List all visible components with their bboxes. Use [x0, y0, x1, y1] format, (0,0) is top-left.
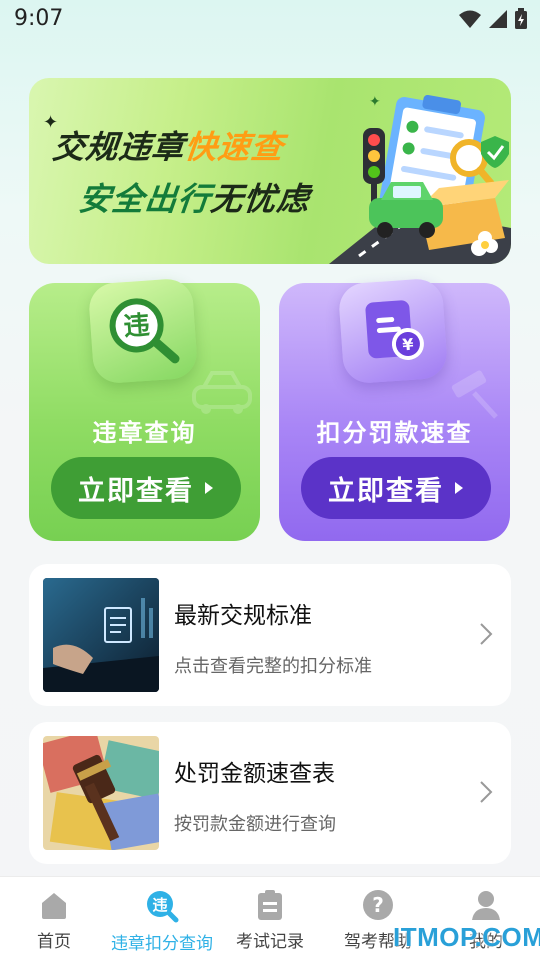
- violation-icon: 违: [147, 891, 179, 923]
- banner-subheadline: 安全出行无忧虑: [76, 180, 312, 218]
- gavel-money-image: [43, 736, 159, 850]
- tile-label: 违章查询: [92, 419, 197, 447]
- play-arrow-icon: [205, 482, 213, 494]
- card-subtitle: 按罚款金额进行查询: [174, 814, 336, 835]
- chevron-right-icon: [480, 623, 493, 645]
- user-icon: [472, 891, 500, 920]
- wifi-icon: [459, 10, 481, 28]
- view-now-button[interactable]: 立即查看: [301, 457, 491, 519]
- clipboard-icon: [258, 890, 282, 920]
- battery-icon: [515, 8, 527, 29]
- banner-headline: 交规违章快速查: [50, 128, 286, 166]
- banner-illustration: [329, 94, 511, 264]
- help-icon: ?: [363, 890, 393, 920]
- points-fine-tile[interactable]: ¥ 扣分罚款速查 立即查看: [279, 277, 510, 541]
- button-label: 立即查看: [328, 475, 444, 507]
- button-label: 立即查看: [78, 475, 194, 507]
- play-arrow-icon: [455, 482, 463, 494]
- tab-home[interactable]: 首页: [0, 877, 108, 960]
- violation-query-tile[interactable]: 违 违章查询 立即查看: [29, 277, 260, 541]
- latest-rules-card[interactable]: 最新交规标准 点击查看完整的扣分标准: [29, 564, 511, 706]
- card-subtitle: 点击查看完整的扣分标准: [174, 656, 372, 677]
- tab-label: 考试记录: [236, 932, 304, 952]
- card-title: 最新交规标准: [174, 603, 312, 629]
- status-bar: 9:07: [0, 0, 540, 40]
- card-title: 处罚金额速查表: [174, 761, 335, 787]
- svg-text:?: ?: [372, 893, 384, 917]
- view-now-button[interactable]: 立即查看: [51, 457, 241, 519]
- promo-banner[interactable]: ✦ ✦ 交规违章快速查 安全出行无忧虑: [29, 78, 511, 264]
- svg-text:违: 违: [152, 896, 167, 914]
- fine-document-icon: ¥: [337, 277, 449, 385]
- laptop-document-image: [43, 578, 159, 692]
- svg-text:¥: ¥: [402, 335, 414, 355]
- tab-label: 违章扣分查询: [111, 934, 213, 954]
- tab-label: 首页: [37, 932, 71, 952]
- tab-exam-records[interactable]: 考试记录: [216, 877, 324, 960]
- fine-amount-card[interactable]: 处罚金额速查表 按罚款金额进行查询: [29, 722, 511, 864]
- tab-violation-points[interactable]: 违 违章扣分查询: [108, 877, 216, 960]
- violation-search-icon: 违: [87, 277, 199, 385]
- chevron-right-icon: [480, 781, 493, 803]
- signal-icon: [489, 10, 507, 28]
- home-icon: [42, 893, 66, 919]
- status-icons: [458, 8, 528, 30]
- status-time: 9:07: [14, 6, 64, 31]
- site-watermark: ITMOP.COM: [393, 922, 540, 952]
- tile-label: 扣分罚款速查: [316, 419, 473, 447]
- svg-text:违: 违: [123, 311, 151, 343]
- car-watermark-icon: [192, 371, 252, 414]
